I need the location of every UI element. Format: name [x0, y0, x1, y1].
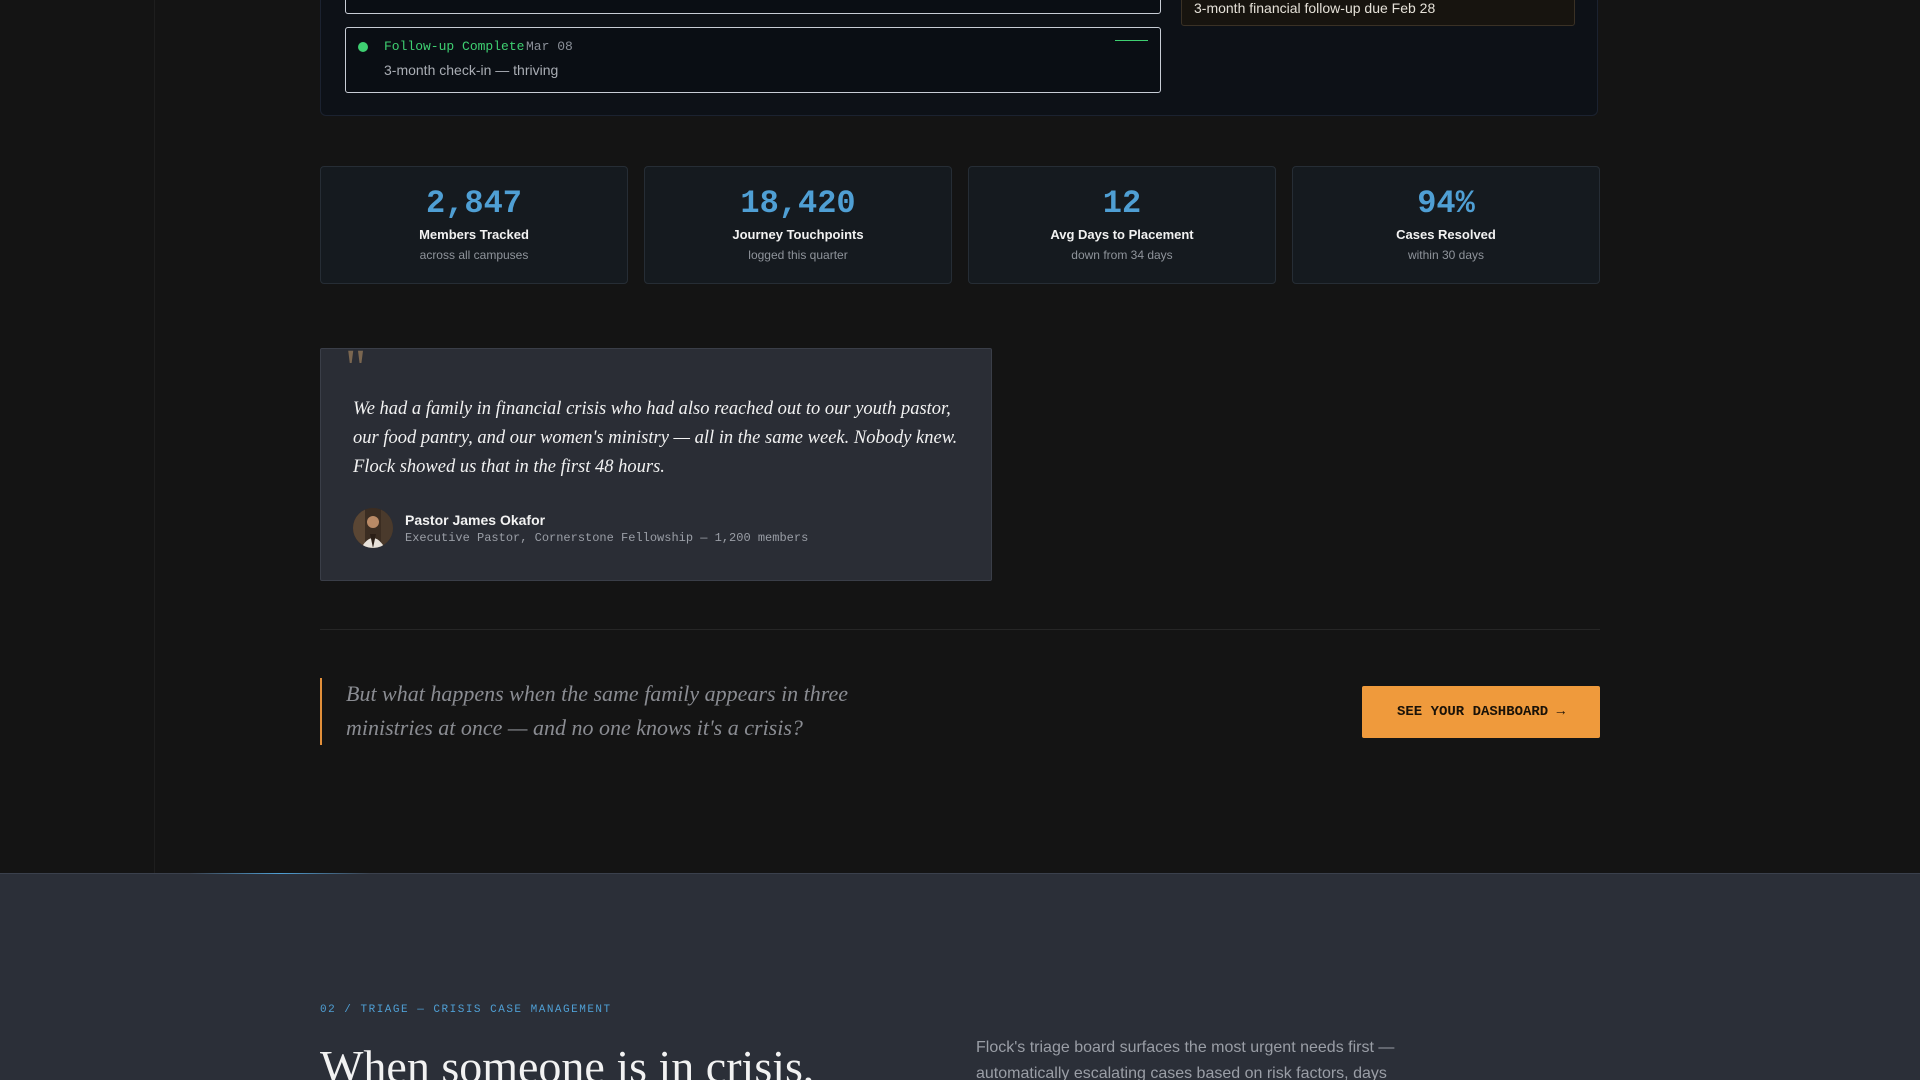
- journey-event-card[interactable]: Follow-up Complete Mar 08 3-month check-…: [345, 27, 1161, 93]
- stat-value: 18,420: [740, 185, 856, 222]
- callout-question: But what happens when the same family ap…: [346, 681, 849, 740]
- stat-card-members-tracked: 2,847 Members Tracked across all campuse…: [320, 166, 628, 284]
- testimonial-author-name: Pastor James Okafor: [405, 512, 546, 528]
- section-divider: [320, 629, 1600, 630]
- stat-value: 2,847: [425, 185, 522, 222]
- stat-card-journey-touchpoints: 18,420 Journey Touchpoints logged this q…: [644, 166, 952, 284]
- event-status: Follow-up Complete: [384, 39, 525, 54]
- testimonial-author-title: Executive Pastor, Cornerstone Fellowship…: [405, 531, 809, 545]
- stat-value: 12: [1102, 185, 1142, 222]
- stat-card-cases-resolved: 94% Cases Resolved within 30 days: [1292, 166, 1600, 284]
- reminder-text: 3-month financial follow-up due Feb 28: [1194, 0, 1436, 16]
- event-description: 3-month check-in — thriving: [384, 62, 559, 78]
- status-dot-icon: [358, 42, 368, 52]
- stat-label: Cases Resolved: [1396, 227, 1496, 242]
- quote-icon: ": [345, 340, 367, 397]
- testimonial-quote: We had a family in financial crisis who …: [353, 399, 958, 477]
- section-description: Flock's triage board surfaces the most u…: [976, 1039, 1395, 1080]
- callout-accent-bar: [320, 678, 322, 745]
- see-dashboard-button[interactable]: SEE YOUR DASHBOARD →: [1362, 686, 1600, 738]
- triage-section: 02 / TRIAGE — CRISIS CASE MANAGEMENT Whe…: [0, 873, 1920, 1080]
- stat-subtext: down from 34 days: [1071, 248, 1173, 262]
- avatar-icon: [353, 508, 393, 548]
- section-eyebrow: 02 / TRIAGE — CRISIS CASE MANAGEMENT: [320, 1004, 612, 1016]
- stat-label: Avg Days to Placement: [1050, 227, 1194, 242]
- section-accent-line: [190, 873, 370, 874]
- section-title: When someone is in crisis,: [320, 1041, 815, 1080]
- stat-card-avg-days-to-placement: 12 Avg Days to Placement down from 34 da…: [968, 166, 1276, 284]
- stat-subtext: across all campuses: [419, 248, 529, 262]
- reminder-card[interactable]: 3-month financial follow-up due Feb 28: [1181, 0, 1575, 26]
- stat-subtext: logged this quarter: [748, 248, 848, 262]
- journey-event-card-previous[interactable]: [345, 0, 1161, 14]
- stat-label: Journey Touchpoints: [732, 227, 864, 242]
- page: Follow-up Complete Mar 08 3-month check-…: [0, 0, 1920, 1080]
- event-date: Mar 08: [526, 39, 573, 54]
- stat-label: Members Tracked: [419, 227, 529, 242]
- event-progress-mark: [1115, 40, 1148, 41]
- vertical-guide-line: [154, 0, 155, 873]
- stat-value: 94%: [1417, 185, 1475, 222]
- stat-subtext: within 30 days: [1407, 248, 1485, 262]
- testimonial-card: " We had a family in financial crisis wh…: [320, 343, 992, 581]
